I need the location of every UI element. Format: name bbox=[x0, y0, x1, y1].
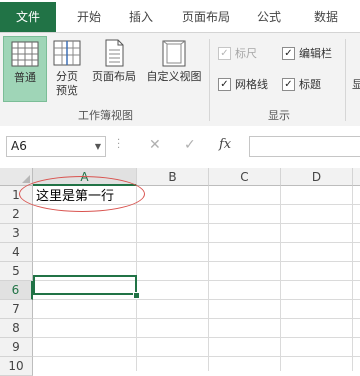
normal-view-icon bbox=[11, 41, 39, 67]
ribbon-divider bbox=[345, 39, 346, 121]
gridline bbox=[208, 186, 209, 371]
cancel-icon[interactable]: ✕ bbox=[149, 137, 161, 153]
page-break-preview-label-2: 预览 bbox=[56, 84, 78, 97]
show-group-label: 显示 bbox=[268, 109, 290, 122]
highlight-ellipse bbox=[19, 176, 145, 212]
column-header-c[interactable]: C bbox=[209, 168, 281, 186]
gridlines-label: 网格线 bbox=[235, 78, 268, 91]
tab-home[interactable]: 开始 bbox=[72, 2, 106, 33]
resize-handle-icon[interactable]: · · · bbox=[117, 136, 121, 154]
workbook-views-group-label: 工作簿视图 bbox=[78, 109, 133, 122]
row-header-8[interactable]: 8 bbox=[0, 319, 33, 338]
row-header-7[interactable]: 7 bbox=[0, 300, 33, 319]
ribbon: 普通 分页 预览 页面布局 自定义视图 工作簿视图 ✓ 标尺 ✓ 编辑栏 ✓ 网… bbox=[0, 32, 360, 127]
ribbon-tab-bar: 文件 开始 插入 页面布局 公式 数据 bbox=[0, 0, 360, 33]
cut-off-ribbon-label: 显 bbox=[352, 78, 360, 91]
headings-label: 标题 bbox=[299, 78, 321, 91]
insert-function-icon[interactable]: fx bbox=[219, 137, 231, 152]
gridline bbox=[33, 318, 360, 319]
chevron-down-icon[interactable]: ▼ bbox=[95, 137, 101, 156]
worksheet-grid[interactable]: A B C D 1 2 3 4 5 6 7 8 9 10 这里是第一行 bbox=[0, 168, 360, 376]
row-header-6[interactable]: 6 bbox=[0, 281, 33, 300]
page-layout-view-button[interactable]: 页面布局 bbox=[88, 36, 140, 102]
row-header-10[interactable]: 10 bbox=[0, 357, 33, 376]
ribbon-divider bbox=[209, 39, 210, 121]
tab-file[interactable]: 文件 bbox=[0, 2, 56, 33]
page-layout-view-icon bbox=[105, 39, 124, 67]
column-header-d[interactable]: D bbox=[281, 168, 353, 186]
gridline bbox=[33, 356, 360, 357]
row-header-2[interactable]: 2 bbox=[0, 205, 33, 224]
tab-insert[interactable]: 插入 bbox=[124, 2, 158, 33]
custom-views-icon bbox=[162, 40, 186, 67]
tab-data[interactable]: 数据 bbox=[306, 2, 346, 33]
ruler-label: 标尺 bbox=[235, 47, 257, 60]
fill-handle[interactable] bbox=[133, 292, 140, 299]
gridline bbox=[33, 299, 360, 300]
column-header-b[interactable]: B bbox=[137, 168, 209, 186]
selected-cell-a6[interactable] bbox=[33, 275, 137, 295]
formula-bar-check-icon: ✓ bbox=[282, 46, 295, 60]
ruler-check-icon: ✓ bbox=[218, 46, 231, 60]
tab-page-layout[interactable]: 页面布局 bbox=[176, 2, 236, 33]
formula-bar-label: 编辑栏 bbox=[299, 47, 332, 60]
custom-views-label: 自定义视图 bbox=[146, 70, 202, 83]
name-box[interactable]: A6 ▼ bbox=[6, 136, 106, 157]
row-header-4[interactable]: 4 bbox=[0, 243, 33, 262]
page-break-preview-button[interactable]: 分页 预览 bbox=[49, 36, 85, 102]
normal-view-label: 普通 bbox=[14, 71, 36, 84]
gridline bbox=[33, 337, 360, 338]
ruler-checkbox[interactable]: ✓ 标尺 bbox=[218, 46, 257, 62]
gridlines-checkbox[interactable]: ✓ 网格线 bbox=[218, 77, 268, 93]
row-header-3[interactable]: 3 bbox=[0, 224, 33, 243]
page-break-preview-label-1: 分页 bbox=[56, 70, 78, 83]
formula-input[interactable] bbox=[249, 136, 360, 157]
formula-bar: A6 ▼ · · · ✕ ✓ fx bbox=[0, 126, 360, 167]
gridline bbox=[33, 242, 360, 243]
tab-formulas[interactable]: 公式 bbox=[252, 2, 286, 33]
gridline bbox=[33, 261, 360, 262]
name-box-value: A6 bbox=[11, 139, 27, 153]
page-layout-view-label: 页面布局 bbox=[92, 70, 136, 83]
formula-bar-checkbox[interactable]: ✓ 编辑栏 bbox=[282, 46, 332, 62]
gridline bbox=[33, 223, 360, 224]
row-header-9[interactable]: 9 bbox=[0, 338, 33, 357]
gridline bbox=[352, 186, 353, 371]
normal-view-button[interactable]: 普通 bbox=[3, 36, 47, 102]
enter-icon[interactable]: ✓ bbox=[184, 137, 196, 153]
headings-check-icon: ✓ bbox=[282, 77, 295, 91]
gridlines-check-icon: ✓ bbox=[218, 77, 231, 91]
column-header-e[interactable] bbox=[353, 168, 360, 186]
gridline bbox=[280, 186, 281, 371]
headings-checkbox[interactable]: ✓ 标题 bbox=[282, 77, 321, 93]
row-header-5[interactable]: 5 bbox=[0, 262, 33, 281]
custom-views-button[interactable]: 自定义视图 bbox=[142, 36, 206, 102]
page-break-preview-icon bbox=[53, 40, 81, 66]
